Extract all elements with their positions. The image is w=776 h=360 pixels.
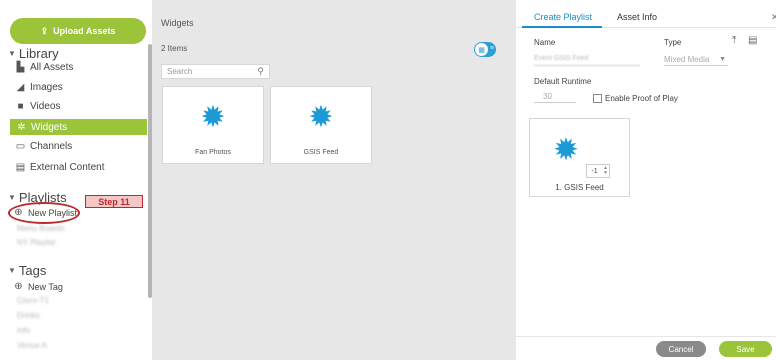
sidebar-item-channels[interactable]: ▭ Channels	[15, 141, 73, 152]
tag-item[interactable]: Cisco-T1	[17, 296, 49, 305]
upload-icon: ⇪	[40, 25, 49, 36]
video-icon: ■	[17, 101, 24, 112]
duration-stepper[interactable]: -1 ▲ ▼	[586, 164, 610, 178]
plus-circle-icon: ⊕	[14, 281, 23, 292]
tag-item[interactable]: Info	[17, 326, 30, 335]
widget-tile-label: Fan Photos	[195, 149, 231, 156]
grid-view-icon: ▦	[475, 43, 488, 56]
tag-item[interactable]: Venue A	[17, 341, 47, 350]
playlist-editor: Create Playlist Asset Info ✕ Name Event …	[516, 0, 776, 360]
gear-icon: ✹	[308, 101, 334, 134]
type-label: Type	[664, 38, 682, 47]
widget-tile-gsis-feed[interactable]: ✹ GSIS Feed	[270, 86, 372, 164]
tags-heading: Tags	[18, 263, 47, 278]
default-runtime-input[interactable]: 30	[534, 89, 576, 103]
sidebar-item-all-assets[interactable]: ▙ All Assets	[15, 62, 74, 73]
new-tag-link[interactable]: ⊕ New Tag	[13, 281, 63, 292]
cancel-button[interactable]: Cancel	[656, 341, 706, 357]
library-section-toggle[interactable]: ▼ Library	[8, 46, 59, 61]
panel-title: Widgets	[161, 18, 194, 28]
sidebar-item-videos[interactable]: ■ Videos	[15, 101, 60, 112]
widget-tile-label: GSIS Feed	[303, 149, 339, 156]
document-icon: ▤	[15, 162, 26, 173]
step-callout-label: Step 11	[85, 195, 143, 208]
save-button[interactable]: Save	[719, 341, 772, 357]
search-input[interactable]: Search ⚲	[161, 64, 270, 79]
sidebar-item-widgets[interactable]: ✲ Widgets	[10, 119, 147, 135]
search-placeholder: Search	[167, 67, 193, 76]
upload-icon[interactable]: ⤒	[732, 35, 736, 46]
sidebar-item-label: Channels	[30, 141, 73, 152]
type-select[interactable]: Mixed Media ▼	[664, 52, 728, 66]
sidebar-item-label: External Content	[30, 162, 105, 173]
widget-gear-icon: ✲	[17, 121, 26, 133]
upload-assets-label: Upload Assets	[53, 26, 116, 36]
tab-asset-info[interactable]: Asset Info	[617, 12, 657, 22]
item-count: 2 Items	[161, 44, 188, 53]
sidebar-item-label: Images	[30, 82, 63, 93]
sidebar-item-label: All Assets	[30, 62, 74, 73]
tab-create-playlist[interactable]: Create Playlist	[534, 12, 592, 22]
close-icon[interactable]: ✕	[771, 12, 776, 23]
list-view-icon: ≡	[489, 45, 494, 52]
new-tag-label: New Tag	[28, 281, 63, 292]
playlist-item-caption: 1. GSIS Feed	[555, 183, 604, 192]
sidebar-item-label: Videos	[30, 101, 61, 112]
widget-tile-fan-photos[interactable]: ✹ Fan Photos	[162, 86, 264, 164]
sidebar-item-images[interactable]: ◢ Images	[15, 82, 63, 93]
default-runtime-label: Default Runtime	[534, 77, 592, 86]
type-select-value: Mixed Media	[664, 55, 710, 64]
playlist-item[interactable]: Menu Boards	[17, 224, 65, 233]
chevron-down-icon: ▼	[719, 56, 726, 63]
library-heading: Library	[18, 46, 59, 61]
duration-value: -1	[591, 167, 598, 175]
view-mode-toggle[interactable]: ▦ ≡	[474, 42, 496, 57]
schedule-icon[interactable]: ▤	[748, 35, 757, 46]
search-icon[interactable]: ⚲	[257, 66, 264, 77]
upload-assets-button[interactable]: ⇪ Upload Assets	[10, 18, 146, 44]
monitor-icon: ▭	[15, 141, 26, 152]
tag-item[interactable]: Drinks	[17, 311, 40, 320]
folder-icon: ▙	[16, 62, 25, 73]
proof-of-play-checkbox[interactable]	[593, 94, 602, 103]
proof-of-play-label: Enable Proof of Play	[605, 94, 678, 103]
caret-down-icon: ▼	[8, 266, 16, 275]
widgets-panel: Widgets 2 Items Search ⚲ ▦ ≡ ✹ Fan Photo…	[152, 0, 516, 360]
image-icon: ◢	[16, 82, 25, 93]
gear-icon: ✹	[200, 101, 226, 134]
sidebar-item-label: Widgets	[31, 121, 68, 133]
tags-section-toggle[interactable]: ▼ Tags	[8, 263, 46, 278]
caret-down-icon: ▼	[8, 49, 16, 58]
name-label: Name	[534, 38, 556, 47]
sidebar-item-external-content[interactable]: ▤ External Content	[15, 162, 105, 173]
playlist-name-input[interactable]: Event GSIS Feed	[534, 52, 640, 66]
library-sidebar: ⇪ Upload Assets ▼ Library ▙ All Assets ◢…	[0, 0, 152, 360]
footer-divider	[516, 336, 776, 337]
step-highlight-ellipse	[8, 202, 80, 224]
active-tab-indicator	[522, 26, 602, 28]
playlist-item[interactable]: NY Playlist	[17, 238, 56, 247]
caret-down-icon: ▼	[8, 193, 16, 202]
stepper-arrows-icon[interactable]: ▲ ▼	[602, 166, 609, 176]
gear-icon: ✹	[553, 132, 579, 167]
playlist-item-card[interactable]: ✹ -1 ▲ ▼ 1. GSIS Feed	[529, 118, 630, 197]
